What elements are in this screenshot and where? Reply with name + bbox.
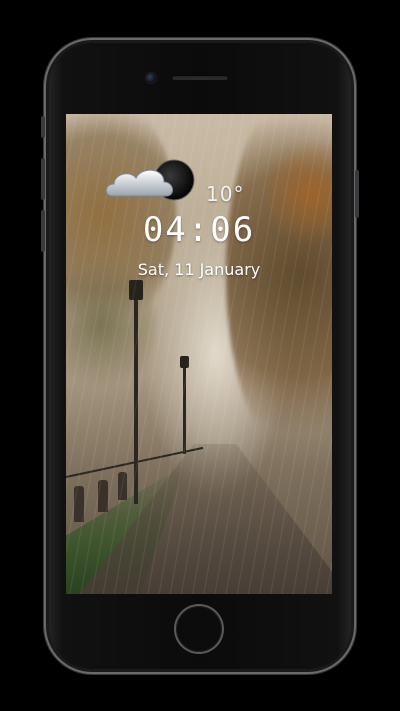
front-camera bbox=[146, 73, 156, 83]
clock-date: Sat, 11 January bbox=[137, 260, 261, 279]
mute-switch[interactable] bbox=[41, 116, 45, 138]
home-button[interactable] bbox=[176, 606, 222, 652]
cloud-moon-icon bbox=[105, 159, 195, 201]
volume-down-button[interactable] bbox=[41, 210, 45, 252]
temperature-label: 10° bbox=[206, 182, 245, 206]
lock-screen[interactable]: 10° 04:06 Sat, 11 January bbox=[66, 114, 332, 594]
power-button[interactable] bbox=[355, 170, 359, 218]
earpiece-speaker bbox=[172, 75, 228, 80]
volume-up-button[interactable] bbox=[41, 158, 45, 200]
clock-time: 04:06 bbox=[142, 210, 256, 250]
